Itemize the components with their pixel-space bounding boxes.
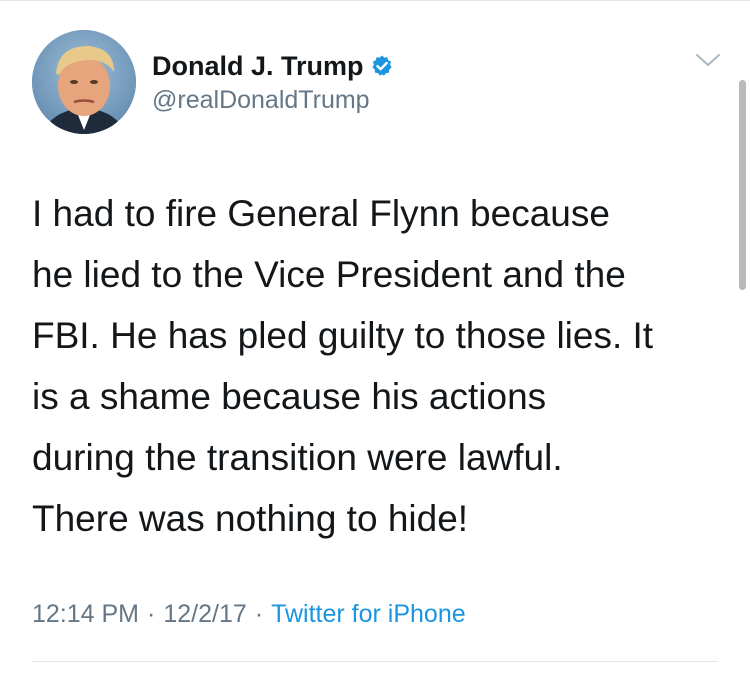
profile-photo-icon — [32, 30, 136, 134]
tweet-metadata: 12:14 PM · 12/2/17 · Twitter for iPhone — [32, 600, 466, 629]
author-display-name[interactable]: Donald J. Trump — [152, 51, 364, 82]
bottom-divider — [32, 661, 718, 662]
author-handle[interactable]: @realDonaldTrump — [152, 86, 370, 115]
scrollbar[interactable] — [739, 80, 746, 290]
tweet-source-link[interactable]: Twitter for iPhone — [271, 600, 466, 629]
tweet-text-line: FBI. He has pled guilty to those lies. I… — [32, 315, 654, 356]
tweet-time[interactable]: 12:14 PM — [32, 600, 139, 629]
tweet-text-line: is a shame because his actions — [32, 376, 547, 417]
tweet-text-line: There was nothing to hide! — [32, 498, 469, 539]
avatar[interactable] — [32, 30, 136, 134]
top-divider — [0, 0, 750, 1]
tweet-text-line: he lied to the Vice President and the — [32, 254, 626, 295]
tweet-text-line: I had to fire General Flynn because — [32, 193, 610, 234]
tweet-date[interactable]: 12/2/17 — [163, 600, 246, 629]
tweet-text: I had to fire General Flynn because he l… — [32, 183, 722, 549]
chevron-down-icon[interactable] — [694, 50, 722, 70]
separator-dot: · — [254, 600, 264, 628]
verified-badge-icon — [370, 54, 394, 78]
author-name-row[interactable]: Donald J. Trump — [152, 48, 394, 84]
tweet-text-line: during the transition were lawful. — [32, 437, 563, 478]
separator-dot: · — [147, 600, 156, 628]
